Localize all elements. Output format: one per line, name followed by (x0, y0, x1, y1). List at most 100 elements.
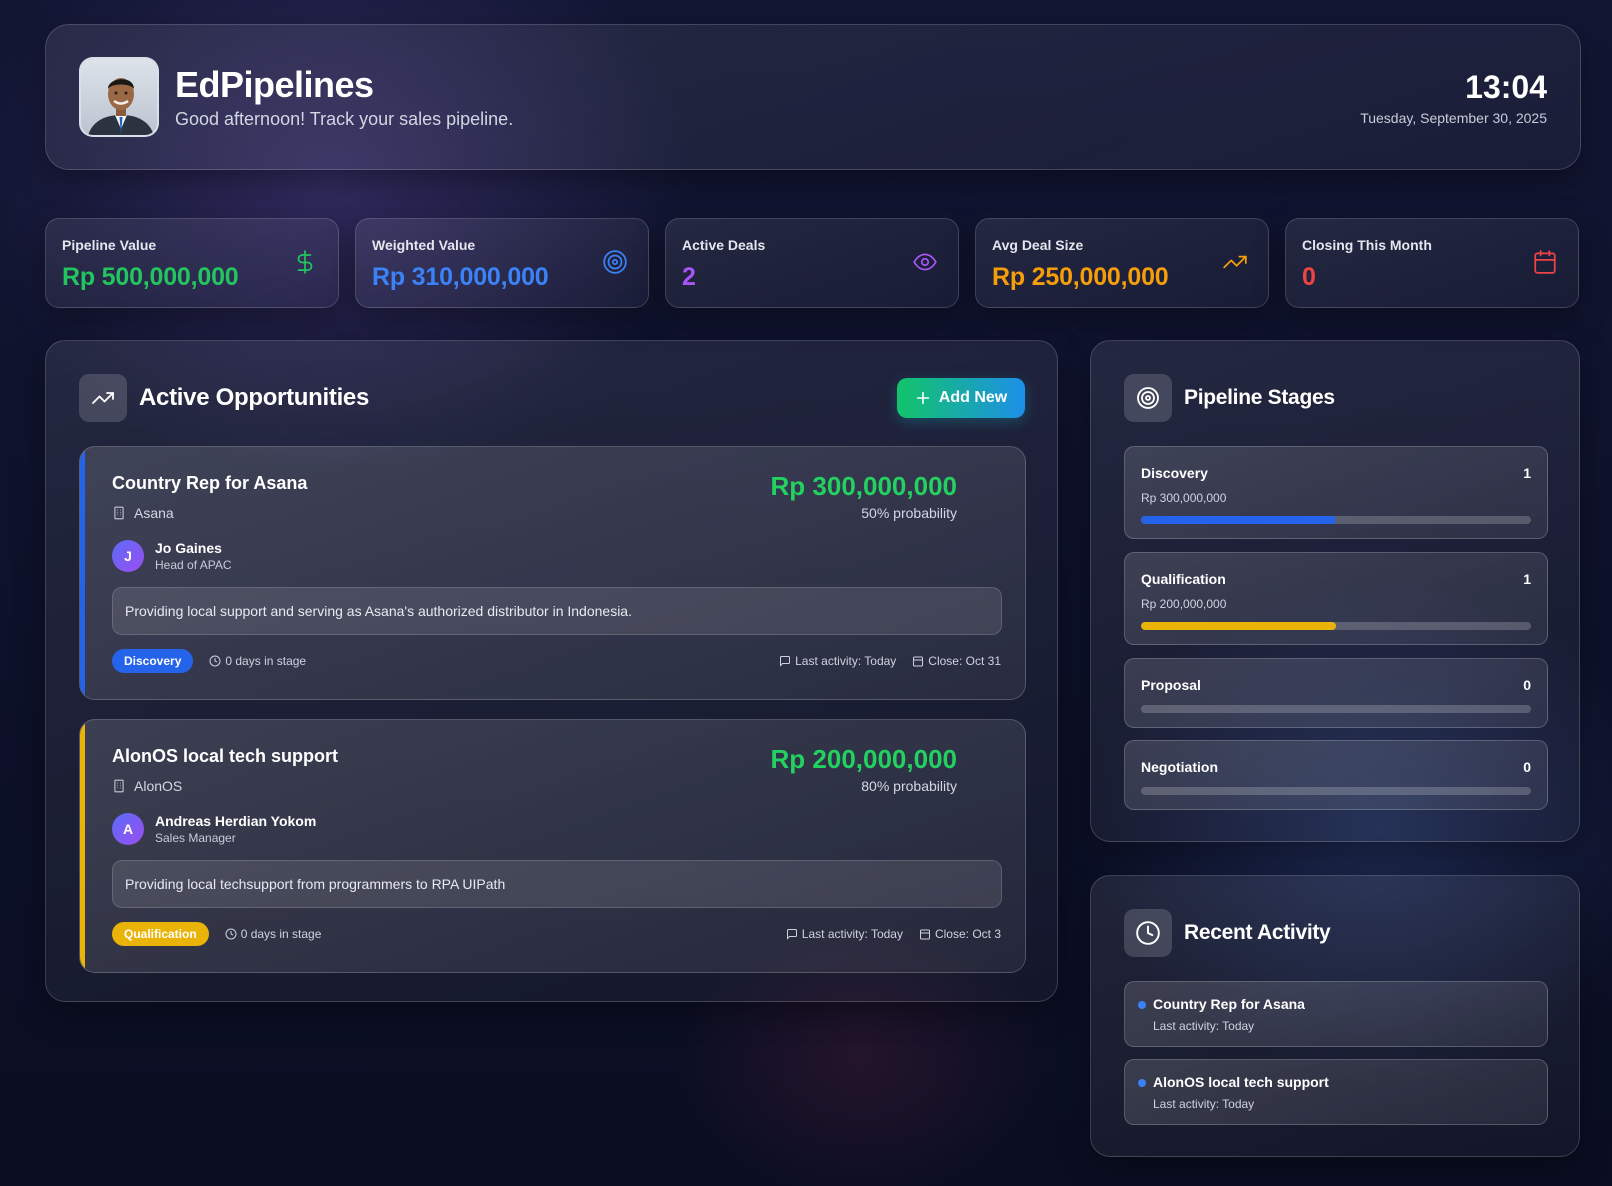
message-icon (786, 929, 797, 940)
stat-value: Rp 250,000,000 (992, 263, 1169, 291)
contact-avatar: A (112, 813, 144, 845)
clock-icon (225, 928, 237, 940)
contact-role: Sales Manager (155, 831, 236, 845)
stat-closing-this-month: Closing This Month 0 (1285, 218, 1579, 308)
close-date: Close: Oct 31 (912, 654, 1001, 668)
clock-time: 13:04 (1465, 69, 1547, 105)
stage-name: Discovery (1141, 465, 1208, 481)
stat-value: 2 (682, 263, 696, 291)
activity-dot (1138, 1001, 1146, 1009)
message-icon (780, 656, 791, 667)
target-icon (1137, 387, 1159, 409)
activity-title: AlonOS local tech support (1153, 1074, 1329, 1090)
trending-up-icon (92, 392, 114, 404)
stat-label: Closing This Month (1302, 237, 1432, 253)
stage-name: Qualification (1141, 571, 1226, 587)
active-opportunities-panel: Active Opportunities Add New Country Rep… (45, 340, 1058, 1002)
company-name: AlonOS (134, 778, 183, 794)
user-photo-icon (81, 59, 157, 135)
stage-progress-fill (1141, 516, 1336, 524)
stage-count: 0 (1523, 759, 1531, 775)
stage-count: 1 (1523, 571, 1531, 587)
panel-title: Pipeline Stages (1184, 386, 1335, 409)
deal-description: Providing local support and serving as A… (112, 587, 1002, 635)
deal-card[interactable]: AlonOS local tech support AlonOS Rp 200,… (79, 719, 1026, 973)
deal-amount: Rp 200,000,000 (770, 744, 957, 774)
stage-discovery[interactable]: Discovery 1 Rp 300,000,000 (1124, 446, 1548, 539)
building-icon (114, 506, 124, 520)
activity-subtitle: Last activity: Today (1153, 1097, 1255, 1111)
stage-progress (1141, 622, 1531, 630)
activity-item[interactable]: Country Rep for Asana Last activity: Tod… (1124, 981, 1548, 1047)
last-activity-text: Last activity: Today (795, 654, 897, 668)
stage-qualification[interactable]: Qualification 1 Rp 200,000,000 (1124, 552, 1548, 645)
add-new-button[interactable]: Add New (897, 378, 1025, 418)
calendar-icon (1534, 250, 1556, 274)
stage-progress (1141, 516, 1531, 524)
calendar-icon (919, 929, 930, 940)
stat-label: Weighted Value (372, 237, 476, 253)
panel-icon-box (1124, 374, 1172, 422)
trending-up-icon (1223, 255, 1247, 269)
last-activity: Last activity: Today (779, 654, 896, 668)
last-activity-text: Last activity: Today (801, 927, 903, 941)
stage-badge: Discovery (112, 649, 194, 673)
panel-title: Active Opportunities (139, 384, 370, 411)
activity-item[interactable]: AlonOS local tech support Last activity:… (1124, 1059, 1548, 1125)
user-avatar[interactable] (79, 57, 159, 137)
panel-icon-box (79, 374, 127, 422)
close-date-text: Close: Oct 31 (928, 654, 1001, 668)
stat-label: Pipeline Value (62, 237, 157, 253)
deal-title: Country Rep for Asana (112, 473, 308, 493)
stage-name: Proposal (1141, 677, 1201, 693)
activity-subtitle: Last activity: Today (1153, 1019, 1255, 1033)
stat-pipeline-value: Pipeline Value Rp 500,000,000 (45, 218, 339, 308)
last-activity: Last activity: Today (786, 927, 903, 941)
add-new-label: Add New (938, 389, 1008, 406)
stat-active-deals: Active Deals 2 (665, 218, 959, 308)
company-name: Asana (134, 505, 174, 521)
clock-icon (209, 655, 221, 667)
contact-name: Jo Gaines (155, 540, 222, 556)
stat-label: Active Deals (682, 237, 766, 253)
app-title: EdPipelines (175, 63, 374, 105)
deal-card[interactable]: Country Rep for Asana Asana Rp 300,000,0… (79, 446, 1026, 700)
building-icon (114, 779, 124, 793)
stat-weighted-value: Weighted Value Rp 310,000,000 (355, 218, 649, 308)
days-in-stage: 0 days in stage (209, 654, 306, 668)
recent-activity-panel: Recent Activity Country Rep for Asana La… (1090, 875, 1580, 1157)
stat-value: Rp 500,000,000 (62, 263, 239, 291)
greeting-text: Good afternoon! Track your sales pipelin… (175, 108, 514, 129)
panel-title: Recent Activity (1184, 921, 1331, 944)
clock-icon (1136, 921, 1160, 945)
deal-accent (80, 447, 85, 699)
deal-title: AlonOS local tech support (112, 746, 339, 766)
deal-description: Providing local techsupport from program… (112, 860, 1002, 908)
days-in-stage: 0 days in stage (225, 927, 321, 941)
deal-accent (80, 720, 85, 972)
activity-title: Country Rep for Asana (1153, 996, 1305, 1012)
calendar-icon (913, 656, 924, 667)
clock: 13:04 Tuesday, September 30, 2025 (1360, 68, 1547, 126)
plus-icon (916, 391, 929, 405)
target-icon (603, 250, 627, 274)
stage-count: 0 (1523, 677, 1531, 693)
clock-date: Tuesday, September 30, 2025 (1360, 110, 1547, 126)
app-header: EdPipelines Good afternoon! Track your s… (45, 24, 1581, 170)
contact-avatar: J (112, 540, 144, 572)
contact-name: Andreas Herdian Yokom (155, 813, 317, 829)
stat-value: Rp 310,000,000 (372, 263, 549, 291)
deal-company: Asana (112, 505, 174, 521)
stage-value: Rp 200,000,000 (1141, 597, 1227, 611)
stage-name: Negotiation (1141, 759, 1218, 775)
deal-amount: Rp 300,000,000 (770, 471, 957, 501)
deal-probability: 50% probability (861, 505, 957, 521)
stage-negotiation[interactable]: Negotiation 0 (1124, 740, 1548, 810)
stage-badge: Qualification (112, 922, 209, 946)
stat-value: 0 (1302, 263, 1316, 291)
deal-company: AlonOS (112, 778, 182, 794)
activity-dot (1138, 1079, 1146, 1087)
stage-progress-fill (1141, 622, 1336, 630)
stage-progress (1141, 787, 1531, 795)
stage-proposal[interactable]: Proposal 0 (1124, 658, 1548, 728)
